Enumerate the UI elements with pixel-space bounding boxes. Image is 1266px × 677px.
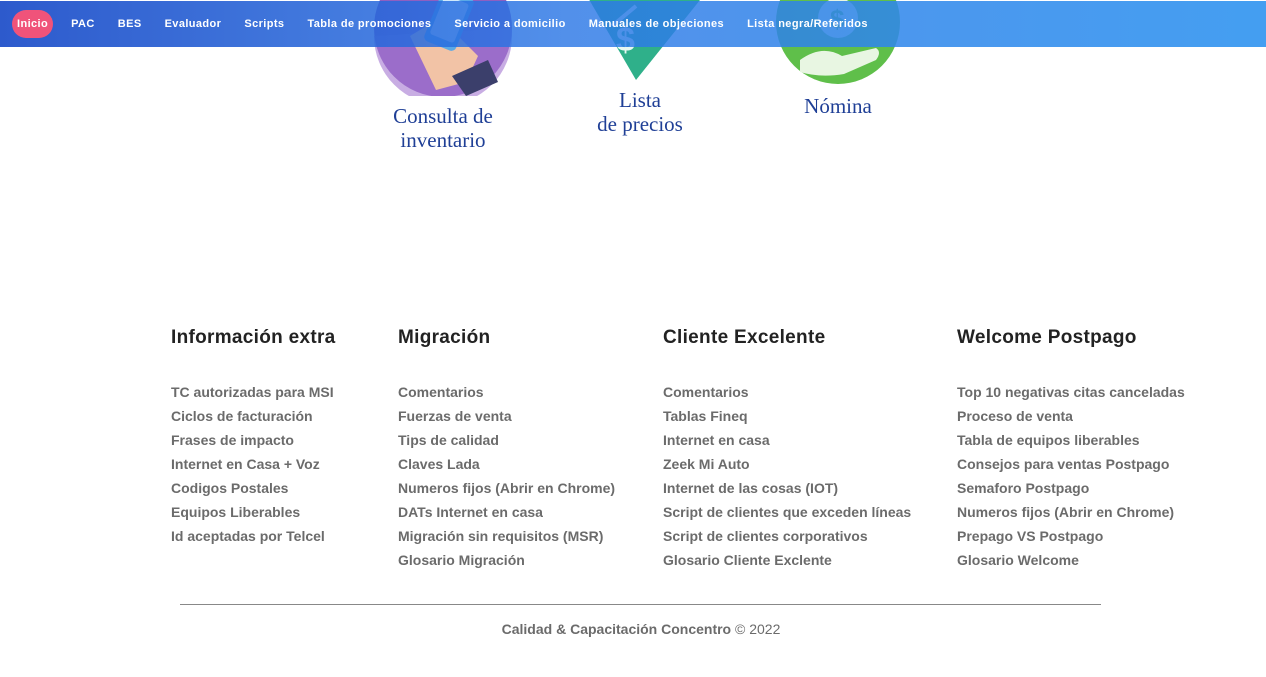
footer-link[interactable]: Internet de las cosas (IOT) (663, 476, 911, 500)
footer-link[interactable]: Fuerzas de venta (398, 404, 615, 428)
footer-link[interactable]: Script de clientes corporativos (663, 524, 911, 548)
footer-column-title: Información extra (171, 327, 336, 348)
footer-link[interactable]: Glosario Migración (398, 548, 615, 572)
nav-item-lista-negra[interactable]: Lista negra/Referidos (747, 18, 868, 30)
footer-column-cliente-excelente: Cliente Excelente Comentarios Tablas Fin… (663, 326, 911, 572)
footer-link[interactable]: DATs Internet en casa (398, 500, 615, 524)
nav-item-tabla-promociones[interactable]: Tabla de promociones (307, 18, 431, 30)
footer-link[interactable]: Codigos Postales (171, 476, 336, 500)
footer-link[interactable]: Proceso de venta (957, 404, 1185, 428)
footer-link[interactable]: Script de clientes que exceden líneas (663, 500, 911, 524)
nav-item-servicio-domicilio[interactable]: Servicio a domicilio (454, 18, 565, 30)
footer-divider (180, 604, 1101, 605)
hero-label-inventory: Consulta de inventario (393, 104, 493, 152)
footer-link[interactable]: Internet en casa (663, 428, 911, 452)
footer-link[interactable]: Migración sin requisitos (MSR) (398, 524, 615, 548)
footer-link[interactable]: Semaforo Postpago (957, 476, 1185, 500)
copyright-brand: Calidad & Capacitación Concentro (501, 621, 732, 637)
footer-column-informacion-extra: Información extra TC autorizadas para MS… (171, 326, 336, 548)
footer-link[interactable]: Top 10 negativas citas canceladas (957, 380, 1185, 404)
nav-item-bes[interactable]: BES (118, 18, 142, 30)
footer-link[interactable]: Glosario Welcome (957, 548, 1185, 572)
copyright-year: © 2022 (735, 621, 781, 637)
copyright-notice: Calidad & Capacitación Concentro © 2022 (0, 621, 1266, 637)
footer-link[interactable]: Numeros fijos (Abrir en Chrome) (398, 476, 615, 500)
footer-link[interactable]: Comentarios (398, 380, 615, 404)
nav-item-pac[interactable]: PAC (71, 18, 95, 30)
footer-link[interactable]: Internet en Casa + Voz (171, 452, 336, 476)
footer-link[interactable]: TC autorizadas para MSI (171, 380, 336, 404)
footer-link[interactable]: Tabla de equipos liberables (957, 428, 1185, 452)
footer-link[interactable]: Frases de impacto (171, 428, 336, 452)
footer-link[interactable]: Numeros fijos (Abrir en Chrome) (957, 500, 1185, 524)
footer-link[interactable]: Tips de calidad (398, 428, 615, 452)
footer-column-title: Cliente Excelente (663, 327, 826, 348)
footer-link[interactable]: Ciclos de facturación (171, 404, 336, 428)
footer-link[interactable]: Id aceptadas por Telcel (171, 524, 336, 548)
footer-column-title: Migración (398, 327, 491, 348)
footer-column-welcome-postpago: Welcome Postpago Top 10 negativas citas … (957, 326, 1185, 572)
footer-link[interactable]: Glosario Cliente Exclente (663, 548, 911, 572)
nav-item-evaluador[interactable]: Evaluador (165, 18, 222, 30)
footer-link[interactable]: Prepago VS Postpago (957, 524, 1185, 548)
footer-link-list: Comentarios Fuerzas de venta Tips de cal… (398, 380, 615, 572)
nav-item-inicio[interactable]: Inicio (12, 10, 54, 38)
nav-item-scripts[interactable]: Scripts (244, 18, 284, 30)
footer-link[interactable]: Comentarios (663, 380, 911, 404)
footer-link[interactable]: Consejos para ventas Postpago (957, 452, 1185, 476)
footer-link[interactable]: Zeek Mi Auto (663, 452, 911, 476)
footer-column-title: Welcome Postpago (957, 327, 1137, 348)
footer-link-list: Comentarios Tablas Fineq Internet en cas… (663, 380, 911, 572)
footer-link-list: TC autorizadas para MSI Ciclos de factur… (171, 380, 336, 548)
footer-link-list: Top 10 negativas citas canceladas Proces… (957, 380, 1185, 572)
footer-column-migracion: Migración Comentarios Fuerzas de venta T… (398, 326, 615, 572)
nav-item-manuales-objeciones[interactable]: Manuales de objeciones (589, 18, 724, 30)
hero-label-payroll: Nómina (804, 94, 872, 118)
footer-link[interactable]: Equipos Liberables (171, 500, 336, 524)
footer-link[interactable]: Tablas Fineq (663, 404, 911, 428)
footer-link[interactable]: Claves Lada (398, 452, 615, 476)
hero-label-prices: Lista de precios (597, 88, 683, 136)
top-navbar: Inicio PAC BES Evaluador Scripts Tabla d… (0, 1, 1266, 47)
